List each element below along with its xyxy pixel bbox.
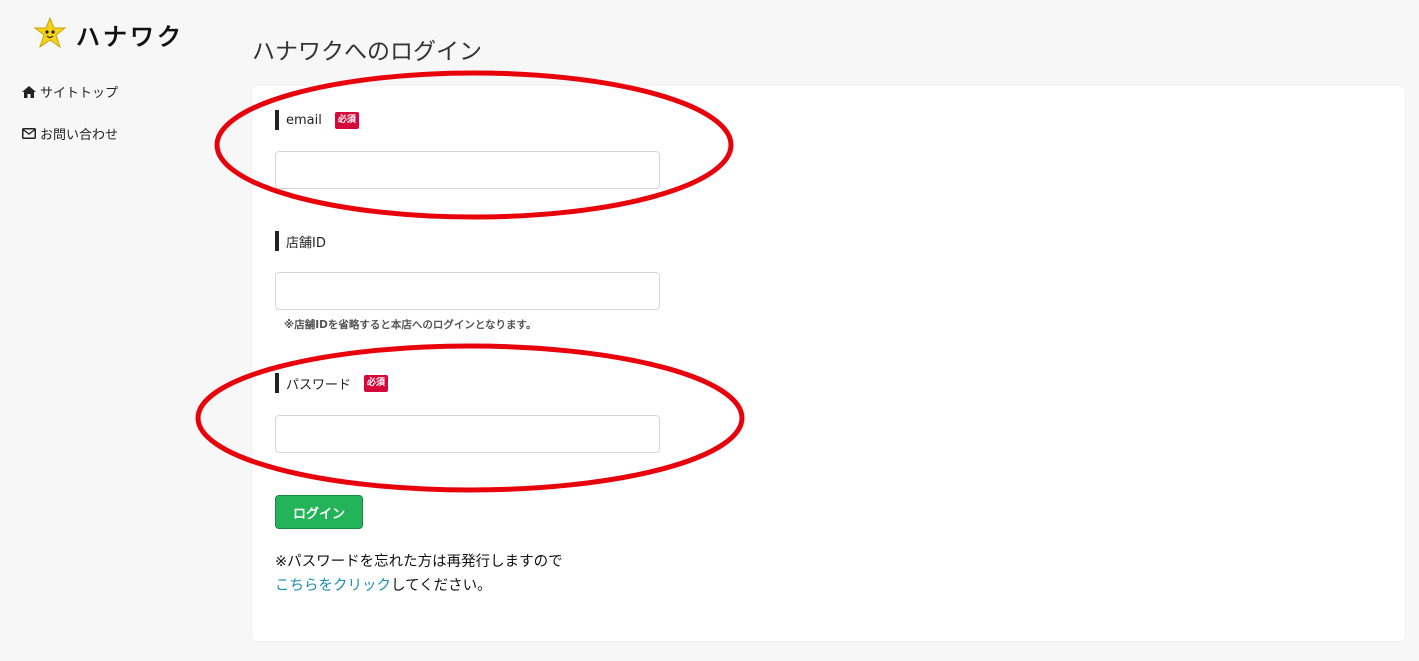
required-badge: 必須 — [364, 374, 389, 392]
store-id-hint: ※店舗IDを省略すると本店へのログインとなります。 — [284, 319, 537, 331]
password-label: パスワード 必須 — [275, 373, 389, 393]
brand-name: ハナワク — [76, 22, 184, 51]
password-reset-link[interactable]: こちらをクリック — [275, 578, 391, 594]
note-line-2-suffix: してください。 — [391, 578, 492, 594]
login-button[interactable]: ログイン — [275, 495, 363, 529]
star-mascot-icon — [33, 16, 67, 49]
store-id-input[interactable] — [275, 272, 660, 310]
store-id-label-text: 店舗ID — [286, 235, 326, 251]
email-label: email 必須 — [275, 110, 359, 130]
sidebar-item-contact[interactable]: お問い合わせ — [22, 124, 118, 143]
password-reset-note: ※パスワードを忘れた方は再発行しますので こちらをクリックしてください。 — [275, 550, 563, 598]
page-title: ハナワクへのログイン — [252, 39, 482, 65]
password-label-text: パスワード — [286, 377, 352, 393]
note-line-2: こちらをクリックしてください。 — [275, 574, 563, 598]
email-input[interactable] — [275, 151, 660, 189]
email-label-text: email — [286, 112, 322, 128]
home-icon — [22, 85, 36, 98]
note-line-1: ※パスワードを忘れた方は再発行しますので — [275, 554, 563, 570]
store-id-label: 店舗ID — [275, 231, 326, 251]
password-input[interactable] — [275, 415, 660, 453]
sidebar: ハナワク サイトトップ お問い合わせ — [0, 0, 230, 661]
sidebar-item-label: サイトトップ — [40, 86, 119, 101]
required-badge: 必須 — [334, 111, 359, 129]
brand-logo[interactable]: ハナワク — [32, 16, 184, 52]
sidebar-item-label: お問い合わせ — [40, 128, 119, 143]
envelope-icon — [22, 128, 36, 139]
sidebar-item-site-top[interactable]: サイトトップ — [22, 82, 118, 101]
